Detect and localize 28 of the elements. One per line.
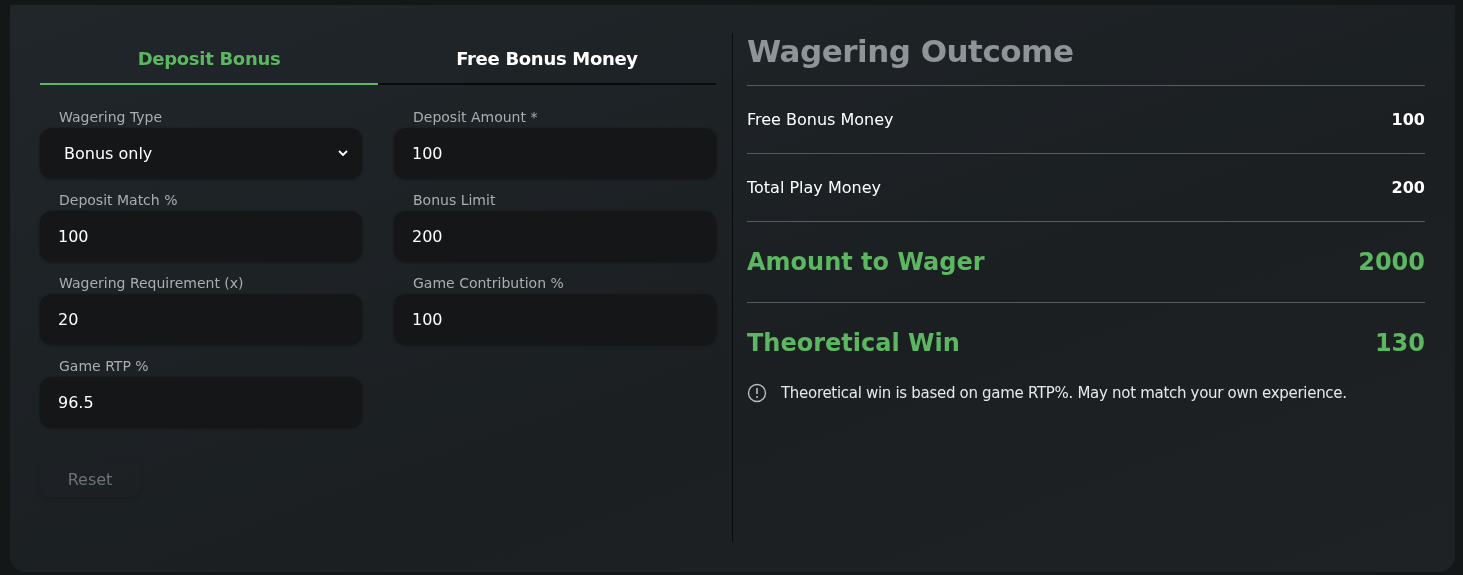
input-field[interactable]: 100 xyxy=(394,294,716,344)
result-label: Theoretical Win xyxy=(747,329,960,357)
result-value: 130 xyxy=(1374,329,1425,357)
result-label: Free Bonus Money xyxy=(747,110,894,129)
input-field[interactable]: 200 xyxy=(394,211,716,261)
disclaimer-text: Theoretical win is based on game RTP%. May not match your own experience. xyxy=(781,384,1347,402)
field-label: Game Contribution % xyxy=(413,275,564,291)
result-label: Total Play Money xyxy=(747,178,881,197)
result-value: 2000 xyxy=(1358,248,1425,276)
result-value: 200 xyxy=(1391,178,1425,197)
result-label: Amount to Wager xyxy=(747,248,985,276)
field-label: Wagering Type xyxy=(59,109,163,125)
input-field[interactable]: 100 xyxy=(394,128,716,178)
tab[interactable]: Deposit Bonus xyxy=(40,33,378,85)
result-value: 100 xyxy=(1391,110,1425,129)
wagering-type-select[interactable]: Bonus only xyxy=(40,128,362,178)
field-label: Bonus Limit xyxy=(413,192,496,208)
info-icon xyxy=(747,383,767,403)
chevron-icon xyxy=(338,149,348,157)
input-field[interactable]: 100 xyxy=(40,211,362,261)
field-label: Game RTP % xyxy=(59,358,149,374)
input-field[interactable]: 20 xyxy=(40,294,362,344)
tab[interactable]: Free Bonus Money xyxy=(378,33,716,85)
field-label: Deposit Amount * xyxy=(413,109,538,125)
field-label: Deposit Match % xyxy=(59,192,178,208)
input-field[interactable]: 96.5 xyxy=(40,377,362,427)
outcome-title: Wagering Outcome xyxy=(747,33,1074,69)
field-label: Wagering Requirement (x) xyxy=(59,275,244,291)
